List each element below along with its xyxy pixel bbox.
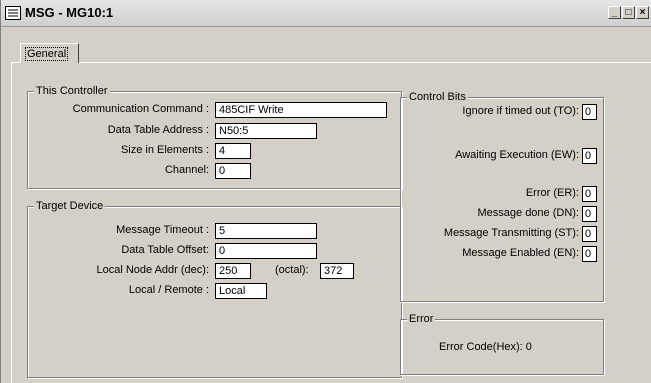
awaiting-execution-field[interactable]: 0: [582, 148, 597, 164]
tab-general-label: General: [25, 47, 69, 61]
message-enabled-label: Message Enabled (EN):: [462, 247, 579, 259]
data-table-offset-label: Data Table Offset:: [121, 244, 209, 256]
error-code-text: Error Code(Hex): 0: [439, 341, 532, 353]
error-group: Error Error Code(Hex): 0: [400, 313, 604, 375]
size-in-elements-field[interactable]: 4: [215, 143, 251, 159]
message-transmitting-field[interactable]: 0: [582, 226, 597, 242]
minimize-button[interactable]: _: [608, 6, 621, 19]
this-controller-group: This Controller Communication Command : …: [27, 85, 402, 189]
target-device-group: Target Device Message Timeout : 5 Data T…: [27, 200, 402, 378]
local-node-addr-label: Local Node Addr (dec):: [96, 264, 209, 276]
close-icon: ×: [639, 7, 646, 18]
message-timeout-label: Message Timeout :: [116, 224, 209, 236]
tab-general[interactable]: General: [20, 43, 79, 63]
data-table-address-field[interactable]: N50:5: [215, 123, 317, 139]
message-transmitting-label: Message Transmitting (ST):: [443, 227, 579, 239]
target-device-legend: Target Device: [34, 200, 106, 212]
data-table-address-label: Data Table Address :: [107, 124, 209, 136]
local-remote-label: Local / Remote :: [128, 284, 209, 296]
octal-field[interactable]: 372: [320, 263, 354, 279]
close-button[interactable]: ×: [636, 6, 649, 19]
control-bits-group: Control Bits Ignore if timed out (TO): 0…: [400, 91, 604, 302]
communication-command-field[interactable]: 485CIF Write: [215, 102, 387, 118]
local-remote-field[interactable]: Local: [215, 283, 267, 299]
control-bits-legend: Control Bits: [407, 91, 468, 103]
communication-command-label: Communication Command :: [72, 103, 209, 115]
octal-label: (octal):: [275, 264, 309, 276]
ignore-timed-out-field[interactable]: 0: [582, 104, 597, 120]
message-done-label: Message done (DN):: [477, 207, 580, 219]
awaiting-execution-label: Awaiting Execution (EW):: [455, 149, 579, 161]
channel-field[interactable]: 0: [215, 163, 251, 179]
message-enabled-field[interactable]: 0: [582, 246, 597, 262]
local-node-addr-field[interactable]: 250: [215, 263, 251, 279]
ignore-timed-out-label: Ignore if timed out (TO):: [462, 105, 579, 117]
msg-dialog: MSG - MG10:1 _ □ × General This Controll…: [0, 0, 651, 383]
general-tab-page: This Controller Communication Command : …: [11, 62, 651, 383]
this-controller-legend: This Controller: [34, 85, 110, 97]
app-icon: [5, 6, 21, 20]
message-done-field[interactable]: 0: [582, 206, 597, 222]
minimize-icon: _: [611, 7, 618, 18]
maximize-icon: □: [625, 7, 632, 18]
channel-label: Channel:: [164, 164, 209, 176]
size-in-elements-label: Size in Elements :: [120, 144, 209, 156]
maximize-button[interactable]: □: [622, 6, 635, 19]
window-title: MSG - MG10:1: [25, 5, 114, 20]
data-table-offset-field[interactable]: 0: [215, 243, 317, 259]
message-timeout-field[interactable]: 5: [215, 223, 317, 239]
error-legend: Error: [407, 313, 436, 325]
error-er-field[interactable]: 0: [582, 186, 597, 202]
error-er-label: Error (ER):: [525, 187, 579, 199]
title-bar[interactable]: MSG - MG10:1 _ □ ×: [1, 0, 651, 27]
